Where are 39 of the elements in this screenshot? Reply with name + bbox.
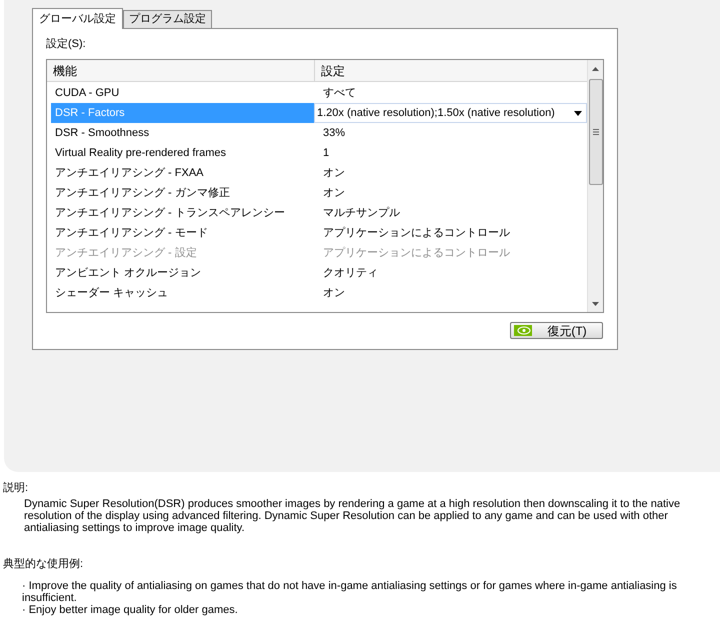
feature-cell[interactable]: アンチエイリアシング - FXAA bbox=[51, 163, 314, 183]
description-heading: 説明: bbox=[2, 482, 28, 495]
value-cell-text: オン bbox=[322, 186, 346, 201]
feature-cell[interactable]: シェーダー キャッシュ bbox=[51, 283, 314, 303]
value-cell-text: オン bbox=[322, 286, 346, 301]
tab[interactable]: プログラム設定 bbox=[123, 10, 212, 28]
feature-cell[interactable]: DSR - Smoothness bbox=[51, 123, 314, 143]
feature-cell[interactable]: Virtual Reality pre-rendered frames bbox=[51, 143, 314, 163]
feature-cell[interactable]: アンチエイリアシング - モード bbox=[51, 223, 314, 243]
feature-cell[interactable]: アンチエイリアシング - ガンマ修正 bbox=[51, 183, 314, 203]
usage-heading: 典型的な使用例: bbox=[2, 558, 84, 571]
scroll-thumb[interactable] bbox=[588, 79, 602, 185]
restore-button[interactable]: 復元(T) bbox=[510, 322, 603, 339]
scrollbar[interactable] bbox=[587, 60, 603, 312]
value-cell-text: 33% bbox=[322, 126, 346, 141]
feature-cell[interactable]: アンビエント オクルージョン bbox=[51, 263, 314, 283]
feature-cell[interactable]: CUDA - GPU bbox=[51, 83, 314, 103]
value-cell-text: マルチサンプル bbox=[322, 206, 401, 221]
usage-item: · Improve the quality of antialiasing on games that do not have in-game antialiasing settings or for games where in-game antialiasing is insufficient. bbox=[22, 580, 678, 604]
column-header[interactable]: 設定 bbox=[315, 60, 587, 81]
scroll-up-icon[interactable] bbox=[592, 67, 599, 71]
description-text: Dynamic Super Resolution(DSR) produces smoother images by rendering a game at a high resolution then downscaling it to the native resolution of the display using advanced filtering. Dynamic Super Resolution can be applied to any game and can be used with other antialiasing settings to improve image quality. bbox=[23, 498, 682, 534]
settings-label: 設定(S): bbox=[46, 37, 86, 51]
tab[interactable]: グローバル設定 bbox=[32, 8, 123, 29]
eye-logo-icon bbox=[514, 325, 532, 336]
value-cell-text: クオリティ bbox=[322, 266, 379, 281]
column-header[interactable]: 機能 bbox=[47, 60, 315, 81]
value-cell-text: すべて bbox=[322, 86, 357, 101]
dropdown-caret-icon bbox=[574, 110, 582, 116]
value-text: 1.20x (native resolution);1.50x (native resolution) bbox=[317, 106, 555, 121]
usage-item: · Enjoy better image quality for older games. bbox=[22, 604, 239, 616]
value-cell-text: アプリケーションによるコントロール bbox=[322, 246, 511, 261]
value-dropdown[interactable]: 1.20x (native resolution);1.50x (native resolution) bbox=[314, 103, 587, 123]
value-cell-text: アプリケーションによるコントロール bbox=[322, 226, 511, 241]
value-cell-text: 1 bbox=[322, 146, 330, 161]
feature-cell[interactable]: アンチエイリアシング - トランスペアレンシー bbox=[51, 203, 314, 223]
scroll-down-icon[interactable] bbox=[592, 302, 599, 306]
grip-icon bbox=[592, 129, 598, 135]
value-cell-text: オン bbox=[322, 166, 346, 181]
